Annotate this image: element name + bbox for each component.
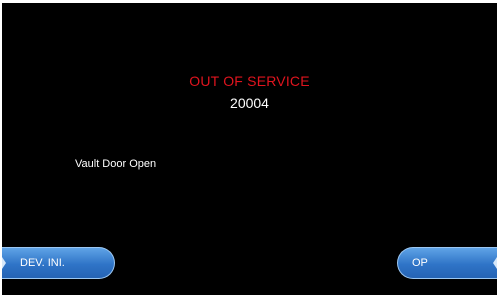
dev-ini-button[interactable]: DEV. INI. [2, 247, 115, 279]
op-button[interactable]: OP [397, 247, 497, 279]
left-arrow-icon [2, 257, 6, 269]
error-code: 20004 [230, 95, 269, 111]
atm-screen: OUT OF SERVICE 20004 Vault Door Open DEV… [2, 3, 497, 295]
status-message: Vault Door Open [75, 158, 157, 170]
dev-ini-label: DEV. INI. [20, 257, 65, 269]
right-arrow-icon [493, 257, 497, 269]
out-of-service-title: OUT OF SERVICE [189, 73, 310, 89]
op-label: OP [412, 257, 428, 269]
